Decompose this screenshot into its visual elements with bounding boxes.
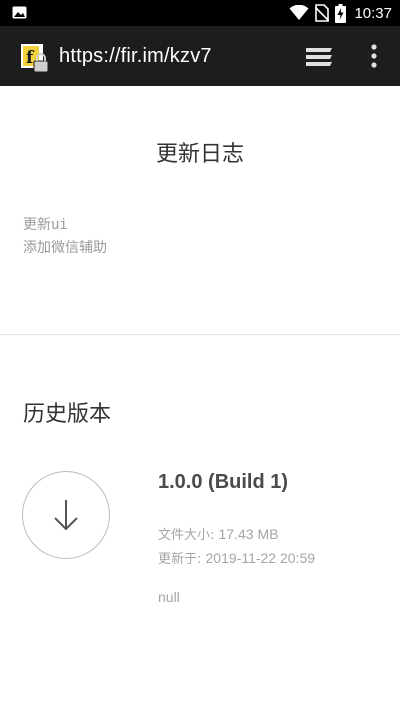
wifi-icon (289, 5, 309, 20)
release-meta: 文件大小: 17.43 MB 更新于: 2019-11-22 20:59 (158, 523, 315, 571)
clock-time: 10:37 (354, 4, 392, 22)
file-size-value: 17.43 MB (218, 526, 279, 542)
site-favicon-lock-icon[interactable]: f (21, 44, 51, 74)
status-bar: 10:37 (0, 0, 400, 26)
file-size-row: 文件大小: 17.43 MB (158, 523, 315, 547)
tabs-stack-icon[interactable] (304, 45, 334, 69)
download-arrow-icon (54, 500, 78, 531)
battery-charging-icon (335, 3, 347, 23)
updated-row: 更新于: 2019-11-22 20:59 (158, 547, 315, 571)
changelog-line: 更新ui (23, 217, 68, 233)
updated-value: 2019-11-22 20:59 (205, 550, 316, 566)
changelog-body: 更新ui 添加微信辅助 (23, 214, 107, 260)
changelog-title: 更新日志 (155, 142, 244, 167)
file-size-label: 文件大小: (158, 528, 219, 543)
more-vert-icon[interactable] (364, 42, 384, 70)
address-bar-url[interactable]: https://fir.im/kzv7 (59, 44, 212, 68)
image-notification-icon (12, 6, 27, 19)
history-title: 历史版本 (23, 402, 112, 427)
status-icons: 10:37 (289, 3, 392, 23)
no-sim-icon (315, 4, 330, 22)
download-button[interactable] (22, 471, 110, 559)
browser-toolbar: f https://fir.im/kzv7 (0, 26, 400, 86)
changelog-line: 添加微信辅助 (23, 240, 107, 256)
release-note: null (158, 589, 180, 605)
release-version: 1.0.0 (Build 1) (158, 471, 289, 493)
section-divider (0, 334, 400, 335)
updated-label: 更新于: (158, 552, 206, 567)
